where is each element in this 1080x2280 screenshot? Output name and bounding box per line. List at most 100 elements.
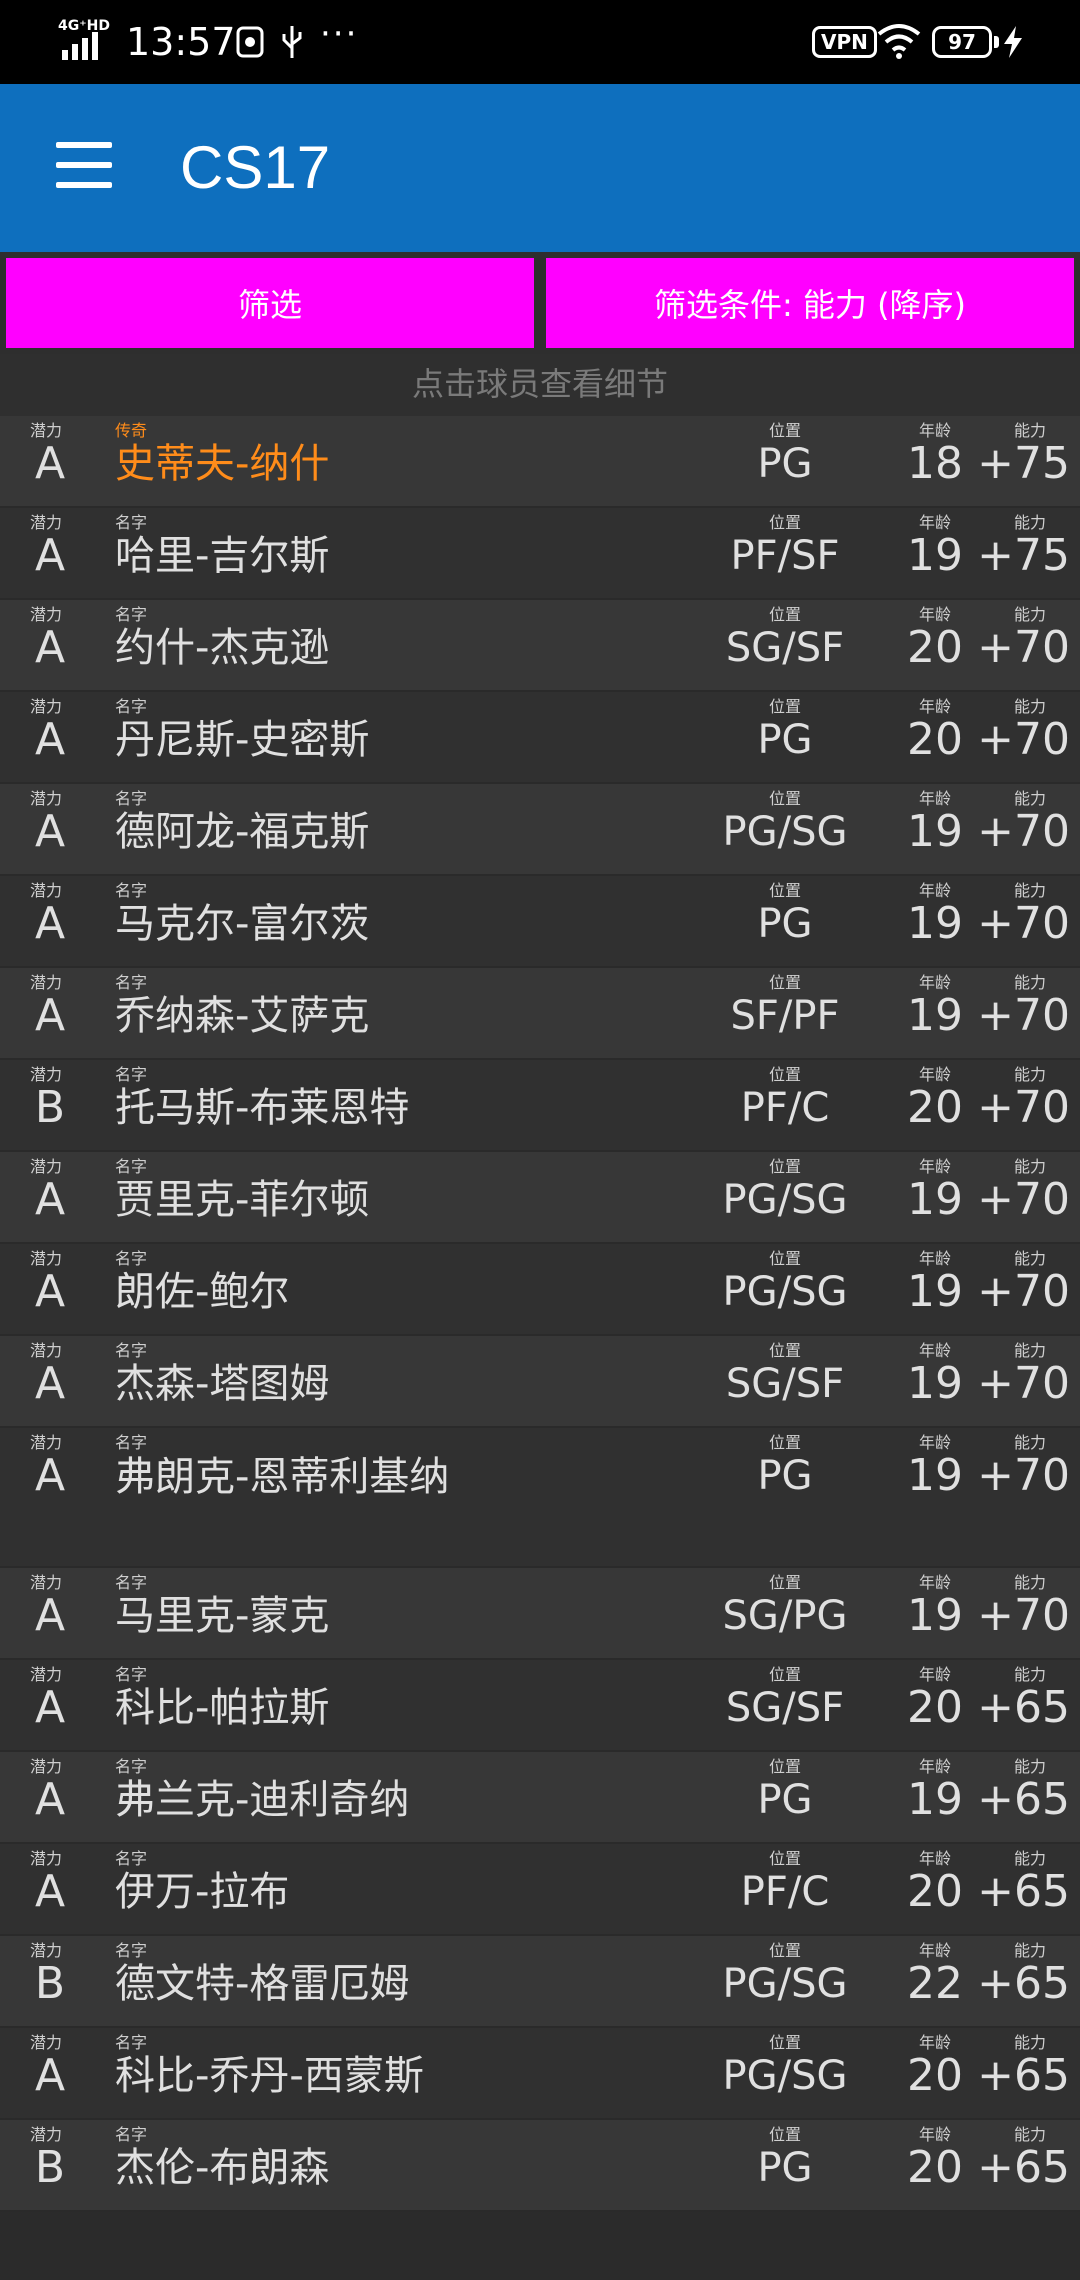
- potential-value: A: [34, 1590, 66, 1641]
- player-row[interactable]: 潜力 A 传奇 史蒂夫-纳什 位置 PG 年龄 18 能力 +75: [0, 416, 1080, 508]
- player-name: 马里克-蒙克: [115, 1593, 330, 1639]
- player-position: PG: [757, 901, 813, 947]
- player-name: 弗兰克-迪利奇纳: [115, 1777, 410, 1823]
- player-age: 20: [907, 2142, 963, 2193]
- player-age: 19: [907, 1358, 963, 1409]
- player-name: 丹尼斯-史密斯: [115, 717, 370, 763]
- player-position: SG/PG: [722, 1593, 848, 1639]
- player-age: 19: [907, 806, 963, 857]
- potential-value: A: [34, 990, 66, 1041]
- player-row[interactable]: 潜力 A 名字 马里克-蒙克 位置 SG/PG 年龄 19 能力 +70: [0, 1568, 1080, 1660]
- player-ability: +70: [977, 1082, 1070, 1133]
- player-row[interactable]: 潜力 B 名字 杰伦-布朗森 位置 PG 年龄 20 能力 +65: [0, 2120, 1080, 2212]
- player-position: SG/SF: [725, 1361, 845, 1407]
- player-ability: +75: [977, 438, 1070, 489]
- player-position: PG/SG: [722, 809, 848, 855]
- potential-value: A: [34, 1774, 66, 1825]
- player-row[interactable]: 潜力 A 名字 哈里-吉尔斯 位置 PF/SF 年龄 19 能力 +75: [0, 508, 1080, 600]
- player-row[interactable]: 潜力 A 名字 约什-杰克逊 位置 SG/SF 年龄 20 能力 +70: [0, 600, 1080, 692]
- player-ability: +70: [977, 990, 1070, 1041]
- potential-value: A: [34, 1682, 66, 1733]
- player-position: PG/SG: [722, 2053, 848, 2099]
- player-position: PG: [757, 1777, 813, 1823]
- player-row[interactable]: 潜力 A 名字 科比-帕拉斯 位置 SG/SF 年龄 20 能力 +65: [0, 1660, 1080, 1752]
- potential-value: A: [34, 530, 66, 581]
- player-row[interactable]: 潜力 A 名字 伊万-拉布 位置 PF/C 年龄 20 能力 +65: [0, 1844, 1080, 1936]
- player-row[interactable]: 潜力 B 名字 托马斯-布莱恩特 位置 PF/C 年龄 20 能力 +70: [0, 1060, 1080, 1152]
- player-name: 朗佐-鲍尔: [115, 1269, 290, 1315]
- player-position: PG/SG: [722, 1961, 848, 2007]
- player-age: 19: [907, 530, 963, 581]
- potential-value: B: [34, 1082, 66, 1133]
- player-row[interactable]: 潜力 A 名字 乔纳森-艾萨克 位置 SF/PF 年龄 19 能力 +70: [0, 968, 1080, 1060]
- wifi-icon: [877, 24, 921, 59]
- hamburger-menu-icon[interactable]: [50, 140, 116, 192]
- player-position: PG: [757, 717, 813, 763]
- player-row[interactable]: 潜力 A 名字 弗朗克-恩蒂利基纳 位置 PG 年龄 19 能力 +70: [0, 1428, 1080, 1568]
- player-name: 马克尔-富尔茨: [115, 901, 370, 947]
- potential-value: A: [34, 1174, 66, 1225]
- player-age: 22: [907, 1958, 963, 2009]
- potential-value: A: [34, 714, 66, 765]
- potential-value: B: [34, 1958, 66, 2009]
- player-ability: +65: [977, 2050, 1070, 2101]
- vpn-badge: VPN: [812, 26, 877, 58]
- potential-value: A: [34, 2050, 66, 2101]
- player-age: 19: [907, 1450, 963, 1501]
- player-ability: +70: [977, 1358, 1070, 1409]
- player-row[interactable]: 潜力 A 名字 杰森-塔图姆 位置 SG/SF 年龄 19 能力 +70: [0, 1336, 1080, 1428]
- filter-button[interactable]: 筛选: [6, 258, 534, 348]
- player-ability: +70: [977, 1590, 1070, 1641]
- player-age: 20: [907, 1866, 963, 1917]
- clock: 13:57: [126, 20, 236, 64]
- player-position: PF/C: [740, 1085, 830, 1131]
- filter-bar: 筛选 筛选条件: 能力 (降序): [0, 252, 1080, 354]
- player-row[interactable]: 潜力 A 名字 马克尔-富尔茨 位置 PG 年龄 19 能力 +70: [0, 876, 1080, 968]
- player-row[interactable]: 潜力 A 名字 德阿龙-福克斯 位置 PG/SG 年龄 19 能力 +70: [0, 784, 1080, 876]
- player-name: 哈里-吉尔斯: [115, 533, 330, 579]
- player-name: 史蒂夫-纳什: [115, 441, 330, 487]
- potential-value: A: [34, 1358, 66, 1409]
- player-ability: +70: [977, 1174, 1070, 1225]
- usb-icon: [282, 26, 302, 58]
- potential-value: A: [34, 1450, 66, 1501]
- battery-icon: [994, 36, 999, 48]
- player-row[interactable]: 潜力 A 名字 科比-乔丹-西蒙斯 位置 PG/SG 年龄 20 能力 +65: [0, 2028, 1080, 2120]
- app-bar: CS17: [0, 84, 1080, 252]
- potential-value: A: [34, 1866, 66, 1917]
- player-name: 杰森-塔图姆: [115, 1361, 330, 1407]
- player-position: PF/SF: [730, 533, 840, 579]
- player-ability: +75: [977, 530, 1070, 581]
- player-name: 贾里克-菲尔顿: [115, 1177, 370, 1223]
- player-name: 托马斯-布莱恩特: [115, 1085, 410, 1131]
- sort-filter-button[interactable]: 筛选条件: 能力 (降序): [546, 258, 1074, 348]
- player-row[interactable]: 潜力 A 名字 弗兰克-迪利奇纳 位置 PG 年龄 19 能力 +65: [0, 1752, 1080, 1844]
- player-age: 20: [907, 1682, 963, 1733]
- player-ability: +65: [977, 1866, 1070, 1917]
- potential-value: B: [34, 2142, 66, 2193]
- player-list[interactable]: 潜力 A 传奇 史蒂夫-纳什 位置 PG 年龄 18 能力 +75 潜力 A 名字 哈里-吉尔斯 位置 PF/…: [0, 416, 1080, 2212]
- player-row[interactable]: 潜力 A 名字 朗佐-鲍尔 位置 PG/SG 年龄 19 能力 +70: [0, 1244, 1080, 1336]
- player-position: PF/C: [740, 1869, 830, 1915]
- potential-value: A: [34, 1266, 66, 1317]
- potential-value: A: [34, 806, 66, 857]
- player-age: 19: [907, 1774, 963, 1825]
- player-age: 18: [907, 438, 963, 489]
- notification-app-icon: [236, 26, 264, 58]
- player-position: PG: [757, 2145, 813, 2191]
- potential-value: A: [34, 898, 66, 949]
- player-row[interactable]: 潜力 A 名字 丹尼斯-史密斯 位置 PG 年龄 20 能力 +70: [0, 692, 1080, 784]
- network-type: 4G⁺HD: [58, 18, 110, 34]
- player-ability: +65: [977, 1682, 1070, 1733]
- player-row[interactable]: 潜力 A 名字 贾里克-菲尔顿 位置 PG/SG 年龄 19 能力 +70: [0, 1152, 1080, 1244]
- potential-value: A: [34, 438, 66, 489]
- player-age: 20: [907, 622, 963, 673]
- player-position: PG: [757, 1453, 813, 1499]
- player-row[interactable]: 潜力 B 名字 德文特-格雷厄姆 位置 PG/SG 年龄 22 能力 +65: [0, 1936, 1080, 2028]
- player-age: 19: [907, 898, 963, 949]
- charging-icon: [1004, 26, 1022, 58]
- status-bar: 4G⁺HD 13:57 ··· VPN 97: [0, 0, 1080, 84]
- potential-value: A: [34, 622, 66, 673]
- tap-hint: 点击球员查看细节: [0, 354, 1080, 416]
- player-name: 科比-乔丹-西蒙斯: [115, 2053, 424, 2099]
